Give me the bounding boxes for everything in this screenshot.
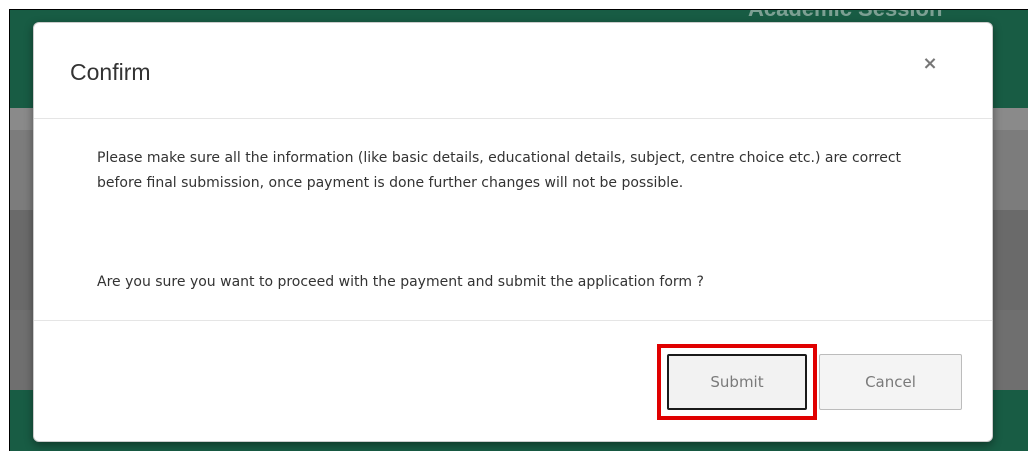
dialog-header: Confirm × <box>34 23 992 119</box>
confirm-dialog: Confirm × Please make sure all the infor… <box>33 22 993 442</box>
screenshot-frame: Academic Session Confirm × Please make s… <box>0 0 1028 451</box>
cancel-button[interactable]: Cancel <box>819 354 962 410</box>
dialog-footer: Submit Cancel <box>34 322 992 443</box>
close-icon: × <box>922 52 938 74</box>
dialog-body: Please make sure all the information (li… <box>34 120 992 321</box>
warning-message: Please make sure all the information (li… <box>97 150 902 191</box>
confirmation-question: Are you sure you want to proceed with th… <box>97 274 704 290</box>
submit-button[interactable]: Submit <box>667 354 807 410</box>
dialog-title: Confirm <box>70 59 151 85</box>
close-button[interactable]: × <box>918 51 942 75</box>
